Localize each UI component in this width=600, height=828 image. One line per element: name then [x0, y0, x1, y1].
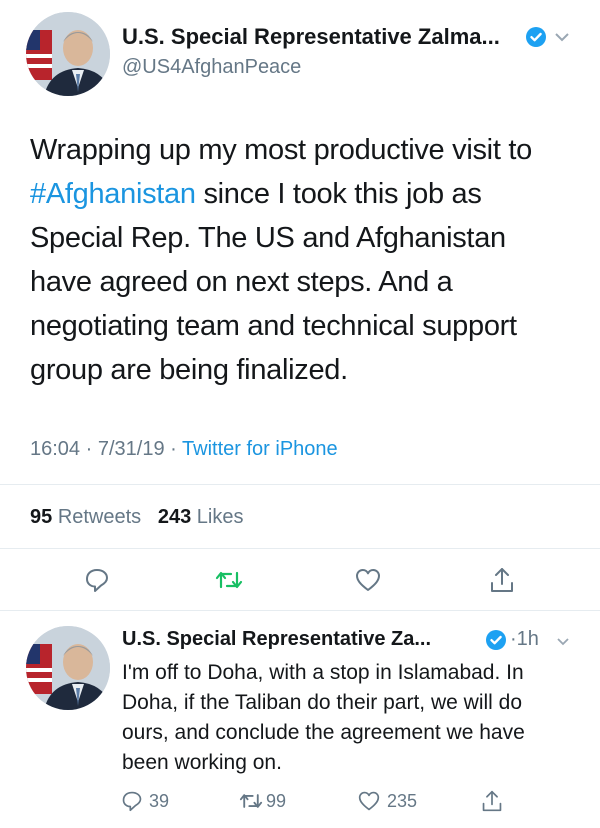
likes-label: Likes	[196, 506, 244, 528]
share-icon[interactable]	[480, 788, 504, 814]
tweet-date: 7/31/19	[97, 438, 165, 460]
reply-time[interactable]: ·1h	[510, 628, 539, 651]
divider	[0, 610, 600, 611]
reply-time-ago: 1h	[516, 628, 539, 650]
author-handle[interactable]: @US4AfghanPeace	[122, 56, 301, 79]
verified-badge-icon	[525, 26, 547, 53]
chevron-down-icon[interactable]	[556, 634, 570, 652]
tweet-meta: 16:04 · 7/31/19 · Twitter for iPhone	[30, 438, 338, 461]
reply-icon[interactable]	[83, 566, 111, 594]
reply-action[interactable]: 39	[121, 790, 169, 812]
tweet-time: 16:04	[30, 438, 81, 460]
retweets-stat[interactable]: 95 Retweets	[30, 506, 141, 528]
divider	[0, 484, 600, 485]
retweet-count: 99	[266, 790, 287, 811]
reply-icon	[121, 790, 143, 812]
avatar-image	[26, 626, 110, 710]
like-count: 235	[387, 790, 418, 811]
tweet-source-link[interactable]: Twitter for iPhone	[182, 438, 338, 460]
chevron-down-icon[interactable]	[554, 30, 570, 48]
likes-count: 243	[157, 506, 192, 528]
separator: ·	[170, 438, 177, 460]
separator: ·	[85, 438, 93, 460]
like-icon[interactable]	[353, 566, 383, 594]
reply-text: I'm off to Doha, with a stop in Islamaba…	[122, 661, 525, 774]
share-icon[interactable]	[488, 565, 516, 595]
retweets-label: Retweets	[57, 506, 142, 528]
verified-badge-icon	[485, 629, 507, 656]
retweets-count: 95	[30, 506, 53, 528]
tweet-text: Wrapping up my most productive visit to …	[30, 128, 575, 392]
avatar[interactable]	[26, 626, 110, 710]
retweet-icon	[238, 790, 264, 812]
tweet-stats: 95 Retweets 243 Likes	[30, 506, 244, 529]
likes-stat[interactable]: 243 Likes	[158, 506, 244, 528]
reply-count: 39	[149, 790, 170, 811]
author-name[interactable]: U.S. Special Representative Zalma...	[122, 24, 500, 50]
retweet-icon[interactable]	[214, 566, 244, 594]
like-action[interactable]: 235	[357, 790, 417, 812]
reply-author-name[interactable]: U.S. Special Representative Za...	[122, 628, 431, 651]
like-icon	[357, 790, 381, 812]
avatar-image	[26, 12, 110, 96]
hashtag-link[interactable]: #Afghanistan	[30, 178, 196, 210]
avatar[interactable]	[26, 12, 110, 96]
retweet-action[interactable]: 99	[238, 790, 286, 812]
divider	[0, 548, 600, 549]
separator: ·	[510, 628, 517, 650]
tweet-text-part: Wrapping up my most productive visit to	[30, 134, 532, 166]
